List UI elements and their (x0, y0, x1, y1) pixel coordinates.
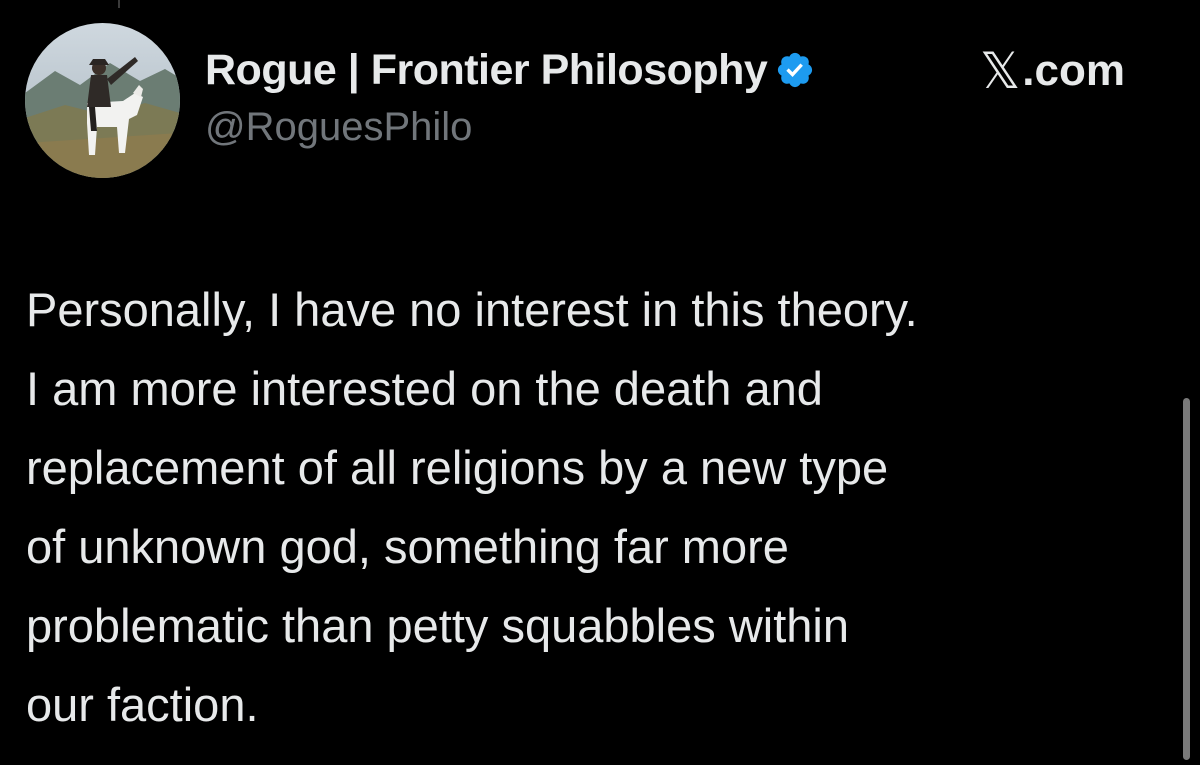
tweet-body-text: Personally, I have no interest in this t… (26, 283, 918, 731)
author-handle[interactable]: @RoguesPhilo (205, 105, 472, 150)
top-edge-divider (118, 0, 120, 8)
author-display-name[interactable]: Rogue | Frontier Philosophy (205, 46, 768, 95)
source-domain-label: .com (1022, 46, 1125, 95)
verified-badge-icon (775, 50, 815, 90)
x-logo-icon: 𝕏 (980, 42, 1021, 100)
scrollbar-thumb[interactable] (1183, 398, 1190, 760)
avatar[interactable] (25, 23, 180, 178)
source-watermark: 𝕏 .com (980, 42, 1125, 100)
author-name-row: Rogue | Frontier Philosophy (205, 40, 815, 100)
avatar-photo-icon (25, 23, 180, 178)
